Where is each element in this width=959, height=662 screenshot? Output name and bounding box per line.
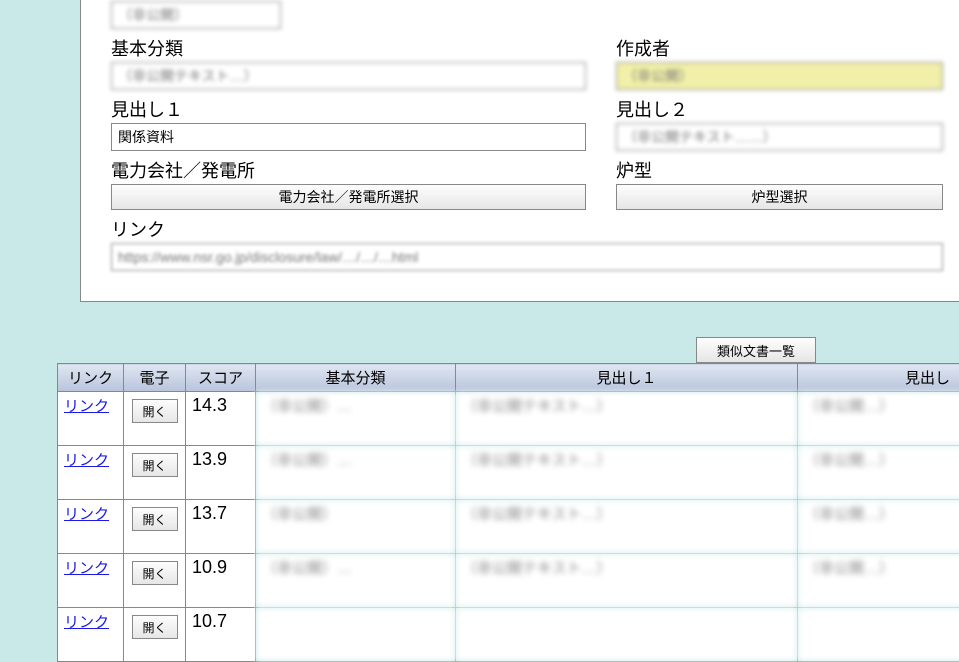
heading2-cell: （非公開…） [798, 446, 959, 500]
detail-form-panel: 基本分類 作成者 見出し１ 見出し２ 電力会社／発電所 電力会社／発電所選択 炉… [80, 0, 959, 302]
basic-category-input[interactable] [111, 62, 586, 90]
heading1-cell: （非公開テキスト…） [456, 392, 798, 446]
heading1-cell [456, 608, 798, 662]
row-link[interactable]: リンク [64, 560, 109, 577]
category-cell: （非公開）… [256, 392, 456, 446]
table-row: リンク 開く 10.7 [58, 608, 959, 662]
similar-docs-tab[interactable]: 類似文書一覧 [696, 337, 816, 363]
heading1-label: 見出し１ [111, 96, 586, 122]
open-button[interactable]: 開く [132, 561, 178, 585]
heading2-label: 見出し２ [616, 96, 943, 122]
table-row: リンク 開く 10.9（非公開）…（非公開テキスト…）（非公開…） [58, 554, 959, 608]
open-button[interactable]: 開く [132, 399, 178, 423]
th-heading1: 見出し１ [456, 364, 798, 392]
reactor-type-select-button[interactable]: 炉型選択 [616, 184, 943, 210]
power-company-select-button[interactable]: 電力会社／発電所選択 [111, 184, 586, 210]
category-cell: （非公開） [256, 500, 456, 554]
score-cell: 10.9 [186, 554, 256, 608]
score-cell: 14.3 [186, 392, 256, 446]
open-button[interactable]: 開く [132, 615, 178, 639]
score-cell: 13.9 [186, 446, 256, 500]
power-company-label: 電力会社／発電所 [111, 157, 586, 183]
similar-docs-table: リンク 電子 スコア 基本分類 見出し１ 見出し リンク開く14.3（非公開）…… [57, 363, 959, 662]
open-button[interactable]: 開く [132, 453, 178, 477]
row-link[interactable]: リンク [64, 398, 109, 415]
th-score: スコア [186, 364, 256, 392]
heading2-cell: （非公開…） [798, 392, 959, 446]
category-cell: （非公開）… [256, 554, 456, 608]
heading1-cell: （非公開テキスト…） [456, 554, 798, 608]
score-cell: 10.7 [186, 608, 256, 662]
doc-id-input[interactable] [111, 1, 281, 29]
table-row: リンク 開く 14.3（非公開）…（非公開テキスト…）（非公開…） [58, 392, 959, 446]
heading1-input[interactable] [111, 123, 586, 151]
basic-category-label: 基本分類 [111, 35, 586, 61]
category-cell [256, 608, 456, 662]
table-row: リンク 開く 13.7（非公開）（非公開テキスト…）（非公開…） [58, 500, 959, 554]
th-heading2: 見出し [798, 364, 959, 392]
heading1-cell: （非公開テキスト…） [456, 500, 798, 554]
th-link: リンク [58, 364, 124, 392]
heading2-cell [798, 608, 959, 662]
row-link[interactable]: リンク [64, 614, 109, 631]
heading1-cell: （非公開テキスト…） [456, 446, 798, 500]
link-field-label: リンク [111, 216, 943, 242]
heading2-input[interactable] [616, 123, 943, 151]
author-label: 作成者 [616, 35, 943, 61]
heading2-cell: （非公開…） [798, 500, 959, 554]
open-button[interactable]: 開く [132, 507, 178, 531]
row-link[interactable]: リンク [64, 506, 109, 523]
score-cell: 13.7 [186, 500, 256, 554]
similar-docs-table-wrap: リンク 電子 スコア 基本分類 見出し１ 見出し リンク開く14.3（非公開）…… [57, 363, 959, 662]
author-input[interactable] [616, 62, 943, 90]
th-category: 基本分類 [256, 364, 456, 392]
reactor-type-label: 炉型 [616, 157, 943, 183]
link-input[interactable] [111, 243, 943, 271]
table-row: リンク 開く 13.9（非公開）…（非公開テキスト…）（非公開…） [58, 446, 959, 500]
heading2-cell: （非公開…） [798, 554, 959, 608]
row-link[interactable]: リンク [64, 452, 109, 469]
th-denshi: 電子 [124, 364, 186, 392]
category-cell: （非公開）… [256, 446, 456, 500]
